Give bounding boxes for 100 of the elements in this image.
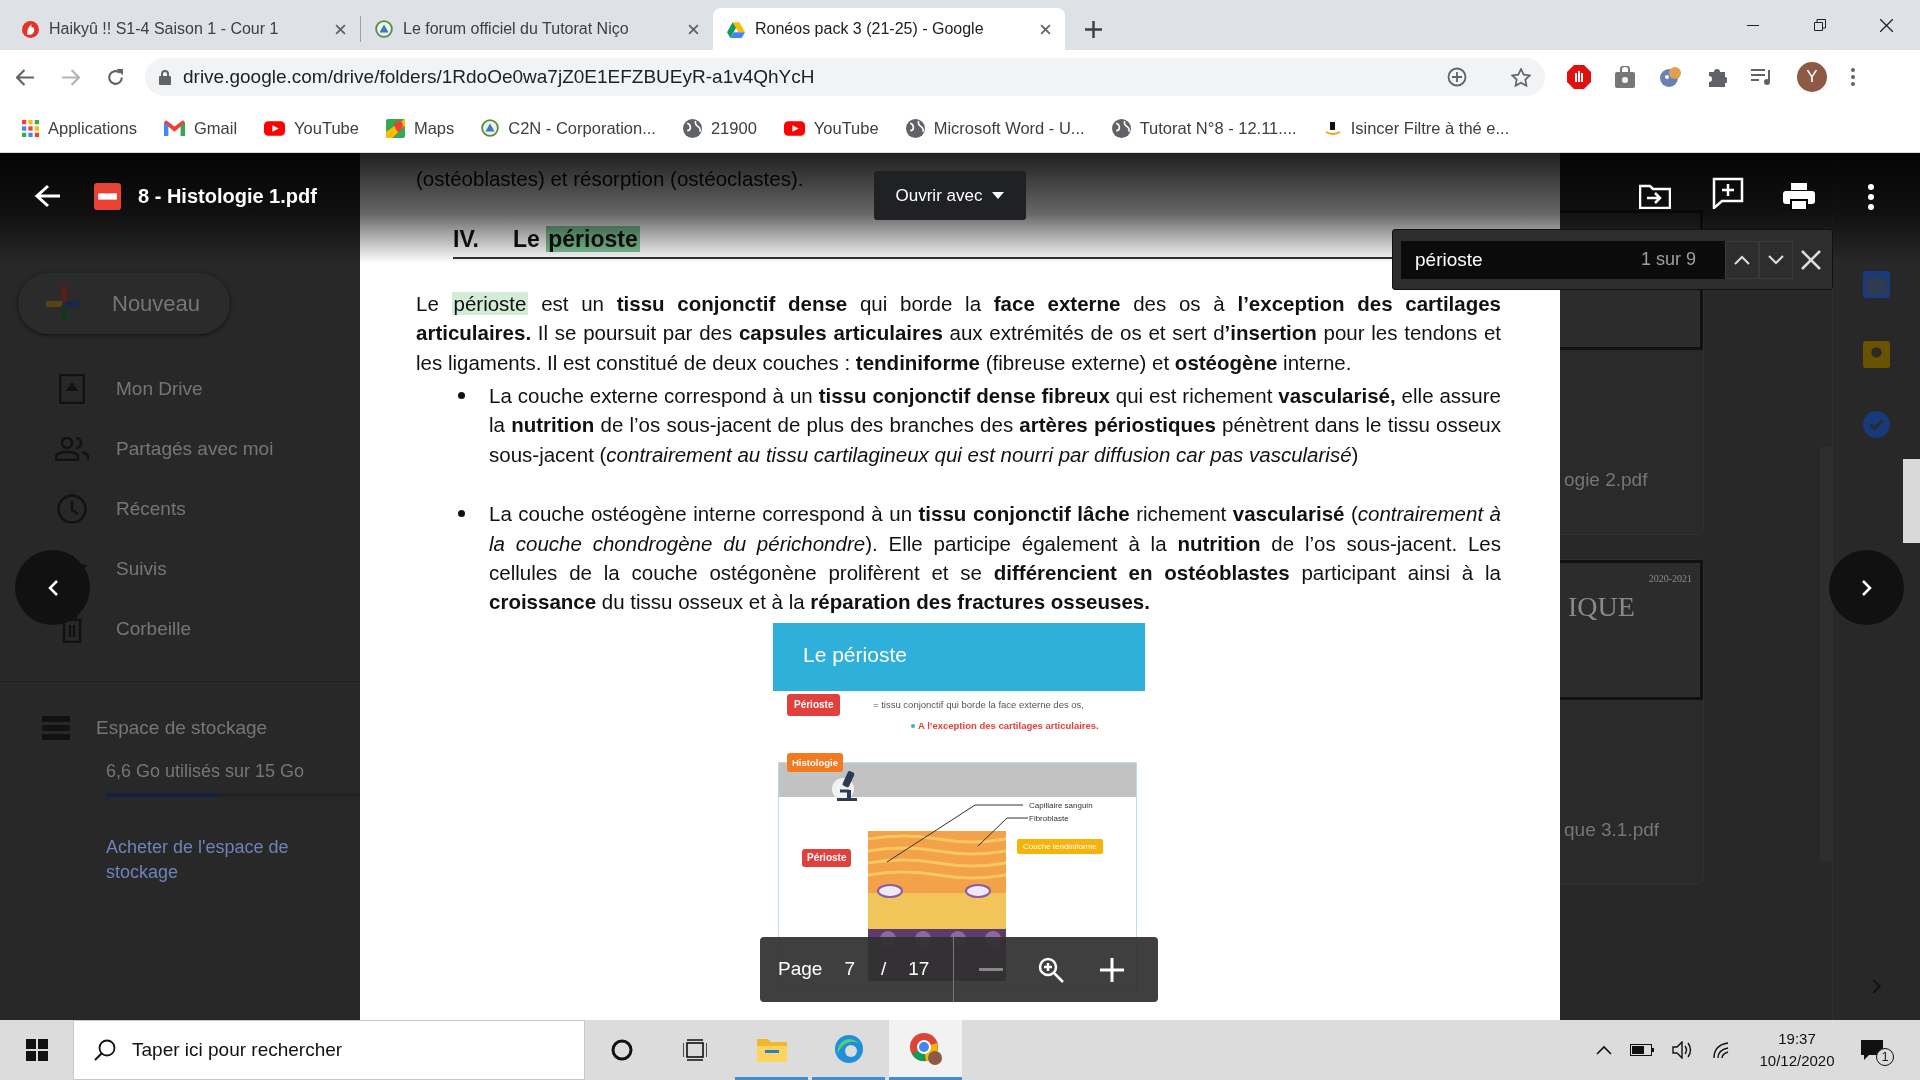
file-name: ogie 2.pdf [1563, 467, 1649, 492]
playlist-icon[interactable] [1751, 68, 1773, 86]
document-text: (ostéoblastes) et résorption (ostéoclastes). [416, 166, 805, 192]
move-to-folder-icon[interactable] [1639, 183, 1671, 209]
windows-icon[interactable] [25, 1039, 48, 1061]
minimize-icon[interactable] [1746, 24, 1759, 26]
structure-label: Fibroblaste [1029, 812, 1069, 824]
search-icon [94, 1039, 116, 1061]
scrollbar-thumb[interactable] [1903, 459, 1920, 543]
profile-avatar[interactable]: Y [1797, 62, 1827, 92]
pdf-file-icon [94, 183, 121, 210]
file-title: 8 - Histologie 1.pdf [138, 184, 317, 209]
scrollbar[interactable] [1820, 447, 1832, 861]
bullet-dot [458, 392, 465, 400]
chrome-icon [908, 1031, 943, 1066]
taskbar-app[interactable] [889, 1020, 962, 1080]
section-tag: Histologie [787, 752, 843, 772]
stop-hand-icon[interactable] [1567, 65, 1591, 89]
more-icon[interactable] [1868, 184, 1874, 210]
more-icon[interactable] [1851, 68, 1855, 86]
bookmark[interactable]: C2N - Corporation... [481, 115, 656, 141]
check-circle-icon[interactable] [1863, 411, 1890, 438]
term-tag: Périoste [787, 693, 841, 716]
bookmark[interactable]: YouTube [783, 115, 879, 141]
bookmark[interactable]: Tutorat N°8 - 12.11.... [1111, 115, 1297, 141]
search-field[interactable]: Taper ici pour rechercher [73, 1020, 585, 1080]
find-field[interactable]: périoste [1401, 240, 1641, 279]
bookmark[interactable]: Maps [385, 115, 455, 141]
lock-icon [159, 69, 171, 85]
plus-icon[interactable] [1100, 957, 1125, 982]
address-bar[interactable]: drive.google.com/drive/folders/1RdoOe0wa7jZ0E1EFZBUEyR-a1v4QhYcH [145, 58, 1545, 96]
chevron-up-icon[interactable] [1596, 1045, 1612, 1055]
bookmark[interactable]: Applications [22, 115, 137, 141]
mail-icon [164, 120, 185, 136]
emblem-icon [481, 119, 500, 137]
battery-icon[interactable] [1630, 1044, 1654, 1056]
clock-date[interactable]: 10/12/2020 [1752, 1050, 1842, 1072]
section-number: IV. [453, 225, 479, 255]
paragraph: Le périoste est un tissu conjonctif dense qui borde la face externe des os à l’exception des cartilages articulaires. Il se poursuit par des capsules articulaires aux extrémités de os et sert d’insertion pour les tendons et les ligaments. Il est constitué de deux couches : tendiniforme (fibreuse externe) et ostéogène interne. [416, 290, 1501, 376]
bookmark[interactable]: 21900 [682, 115, 757, 141]
play-icon [783, 120, 805, 136]
chevron-left-icon [47, 579, 58, 596]
apps-icon [22, 119, 39, 137]
storage-label: Espace de stockage [96, 715, 268, 740]
caret-icon [992, 192, 1005, 199]
layer-tag: Couche tendiniforme [1017, 838, 1103, 854]
map-icon [385, 118, 405, 138]
zoom-out-icon[interactable] [979, 968, 1004, 971]
back-icon[interactable] [16, 68, 35, 86]
bullet-text: La couche ostéogène interne correspond à un tissu conjonctif lâche richement vascularisé (contrairement à la couche chondrogène du périchondre). Elle participe également à la nutrition de l’os sous-jacent. Les cellules de la couche ostégonène prolifèrent et se différencient en ostéoblastes participant ainsi à la croissance du tissu osseux et à la réparation des fractures osseuses. [489, 501, 1501, 616]
smile-arrow-icon [1323, 119, 1342, 137]
speaker-icon[interactable] [1672, 1041, 1694, 1059]
close-icon[interactable] [1040, 23, 1051, 35]
bookmark[interactable]: Microsoft Word - U... [905, 115, 1085, 141]
browser-tab[interactable]: Haikyû !! S1-4 Saison 1 - Cour 1 [8, 8, 360, 50]
globe-icon [905, 118, 925, 138]
notification-count: 1 [1876, 1048, 1894, 1066]
thumbnail-text: IQUE [1568, 590, 1636, 624]
reload-icon[interactable] [106, 67, 125, 87]
print-icon[interactable] [1783, 182, 1815, 210]
page-number[interactable]: 7 [844, 955, 855, 984]
creature-icon[interactable] [1659, 65, 1683, 89]
bag-icon[interactable] [1615, 66, 1635, 88]
globe-icon [1111, 118, 1131, 138]
edge-icon [833, 1033, 864, 1064]
next-match-button[interactable] [1759, 240, 1793, 279]
chevron-down-icon [1768, 254, 1784, 265]
close-icon[interactable] [1880, 18, 1893, 32]
match-count: 1 sur 9 [1641, 240, 1725, 279]
open-with-button[interactable]: Ouvrir avec [874, 171, 1026, 220]
bookmark[interactable]: Isincer Filtre à thé e... [1323, 115, 1510, 141]
buy-storage-link[interactable]: Acheter de l'espace de stockage [106, 835, 326, 885]
file-card[interactable]: 2020-2021 IQUE que 3.1.pdf [1560, 559, 1704, 885]
plus-icon [46, 285, 82, 322]
chevron-right-icon [1861, 579, 1872, 596]
zoom-in-icon[interactable] [1038, 956, 1065, 983]
add-circle-icon[interactable] [1447, 67, 1467, 87]
bullet-text: La couche externe correspond à un tissu conjonctif dense fibreux qui est richement vascularisé, elle assure la nutrition de l’os sous-jacent de plus des branches des artères périostiques pénètrent dans le tissu osseux sous-jacent (contrairement au tissu cartilagineux qui est nourri par diffusion car pas vascularisé) [489, 383, 1501, 468]
browser-tab[interactable]: Ronéos pack 3 (21-25) - Google [713, 8, 1065, 50]
add-comment-icon[interactable] [1712, 177, 1744, 209]
bullet-dot [458, 510, 465, 518]
bullet-dot [911, 723, 915, 728]
page-separator: / [880, 957, 887, 982]
puzzle-icon[interactable] [1707, 67, 1727, 87]
exception-text: A l’exception des cartilages articulaires. [918, 718, 1099, 733]
page-total: 17 [908, 957, 930, 982]
term-tag: Périoste [802, 848, 852, 867]
restore-icon[interactable] [1813, 19, 1826, 31]
storage-usage: 6,6 Go utilisés sur 15 Go [106, 760, 306, 783]
clock-time[interactable]: 19:37 [1752, 1028, 1842, 1050]
circle-icon[interactable] [610, 1039, 633, 1061]
file-name: que 3.1.pdf [1563, 817, 1661, 842]
browser-tab[interactable]: Le forum officiel du Tutorat Niço [361, 8, 713, 50]
task-view-icon[interactable] [682, 1039, 707, 1061]
previous-match-button[interactable] [1725, 240, 1759, 279]
bookmark[interactable]: YouTube [264, 115, 359, 141]
notification-icon[interactable] [1860, 1039, 1884, 1061]
bookmark[interactable]: Gmail [164, 115, 238, 141]
new-tab-icon[interactable] [1084, 20, 1102, 38]
play-icon [264, 120, 286, 136]
